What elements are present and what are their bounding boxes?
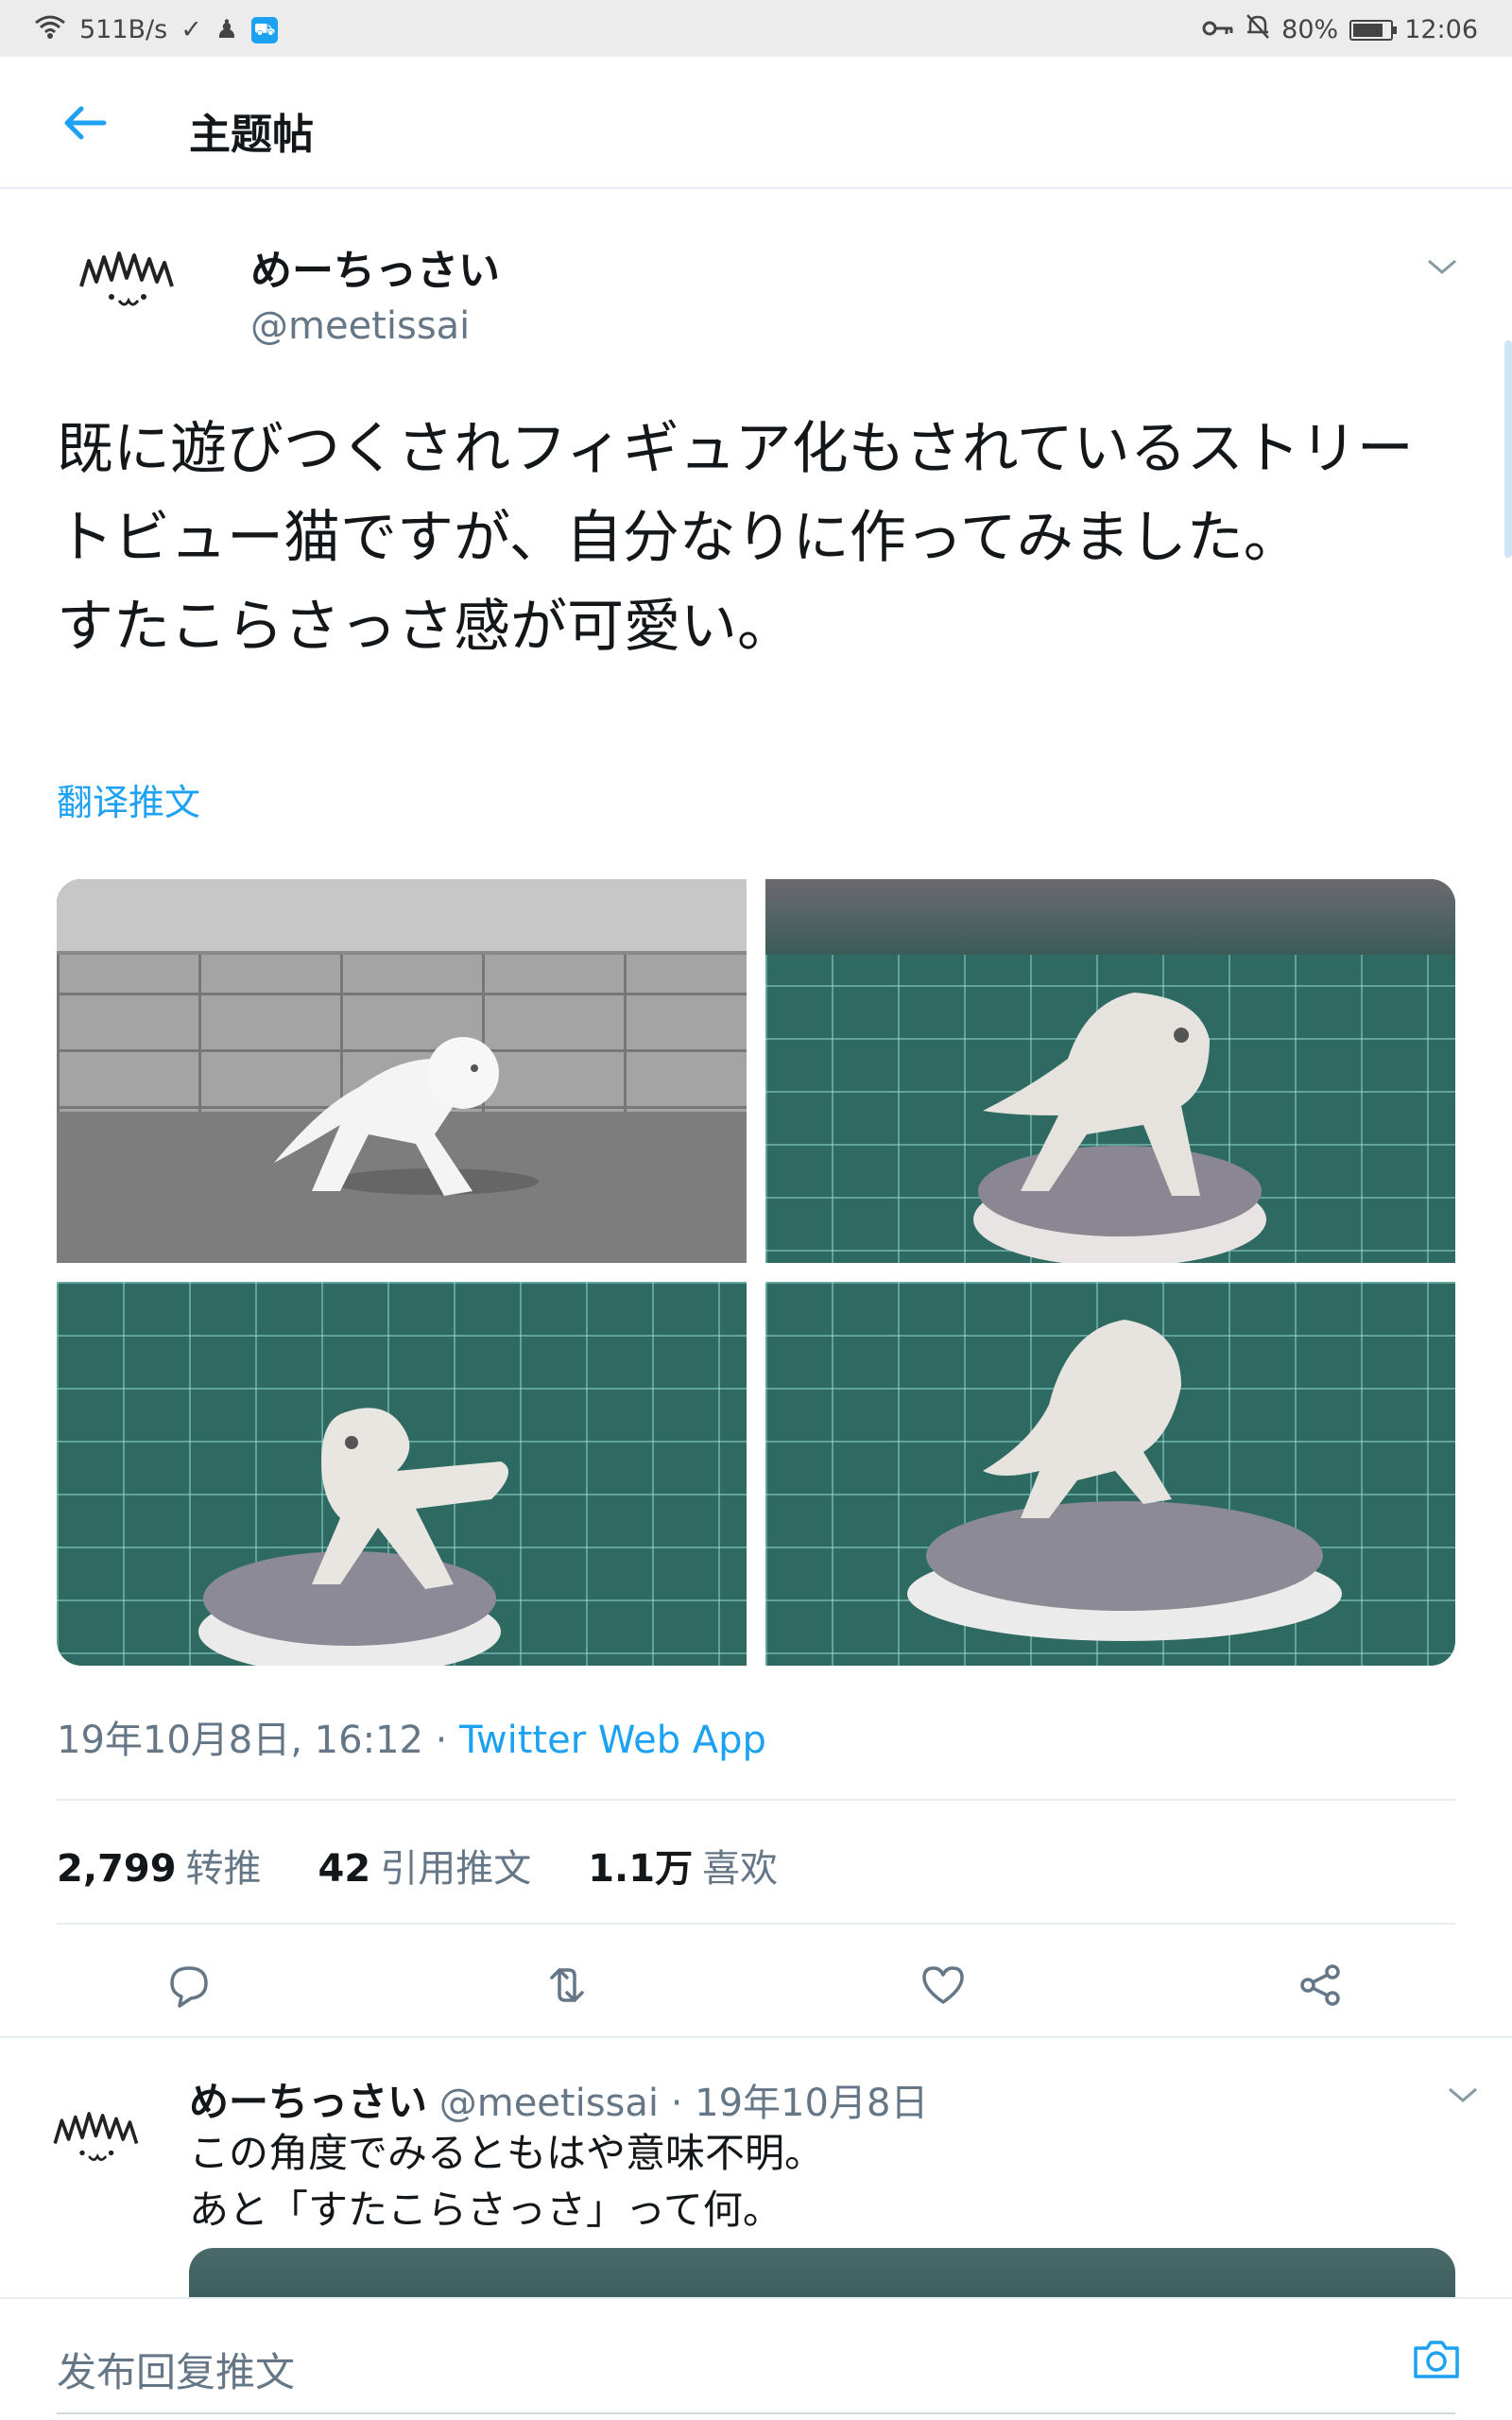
reply-input[interactable]: 发布回复推文 [57, 2341, 295, 2398]
compose-bar: 发布回复推文 [0, 2297, 1512, 2420]
tweet-actions [0, 1947, 1512, 2023]
page-title: 主题帖 [189, 111, 314, 159]
key-icon [1202, 16, 1234, 44]
tweet-text: 既に遊びつくされフィギュア化もされているストリートビュー猫ですが、自分なりに作っ… [57, 416, 1414, 660]
divider [57, 1799, 1455, 1801]
like-icon[interactable] [917, 1959, 970, 2012]
vpn-check-icon: ✓ [180, 14, 202, 44]
back-arrow-icon[interactable] [55, 93, 115, 153]
share-icon[interactable] [1295, 1959, 1348, 2012]
figure-illustration [973, 993, 1266, 1263]
timestamp-text: 19年10月8日, 16:12 · [57, 1719, 460, 1762]
figure-illustration [907, 1320, 1342, 1641]
translate-link[interactable]: 翻译推文 [57, 773, 200, 825]
chevron-down-icon[interactable] [1425, 255, 1459, 282]
reply-header: めーちっさい @meetissai · 19年10月8日 [189, 2070, 928, 2128]
retweet-icon[interactable] [541, 1959, 593, 2012]
avatar[interactable] [74, 234, 187, 329]
scrollbar[interactable] [1504, 340, 1512, 558]
retweets-stat[interactable]: 2,799 转推 [57, 1838, 262, 1893]
reply-text: この角度でみるともはや意味不明。 あと「すたこらさっさ」って何。 [189, 2130, 825, 2233]
tweet-stats: 2,799 转推 42 引用推文 1.1万 喜欢 [57, 1838, 778, 1893]
tweet-photo-2[interactable] [765, 879, 1455, 1263]
author-handle[interactable]: @meetissai [250, 304, 470, 348]
quotes-count: 42 [318, 1847, 371, 1891]
mute-bell-icon [1246, 13, 1270, 46]
source-app-link[interactable]: Twitter Web App [459, 1719, 766, 1762]
tweet-photo-4[interactable] [765, 1282, 1455, 1666]
tweet-photo-3[interactable] [57, 1282, 747, 1666]
cat-illustration [274, 1037, 539, 1196]
input-underline [57, 2412, 1455, 2414]
reply-icon[interactable] [163, 1959, 215, 2012]
reply-author-name[interactable]: めーちっさい [189, 2079, 427, 2125]
author-name[interactable]: めーちっさい [250, 236, 500, 297]
battery-icon [1349, 19, 1398, 41]
photo-grid [57, 879, 1455, 1666]
top-bar: 主题帖 [0, 57, 1512, 189]
likes-stat[interactable]: 1.1万 喜欢 [588, 1838, 778, 1893]
reply-avatar[interactable] [47, 2097, 151, 2182]
tweet-timestamp: 19年10月8日, 16:12 · Twitter Web App [57, 1709, 766, 1764]
battery-percent: 80% [1281, 15, 1339, 44]
likes-count: 1.1万 [588, 1847, 694, 1891]
clock: 12:06 [1404, 15, 1478, 44]
retweets-count: 2,799 [57, 1847, 177, 1891]
reply-chevron-down-icon[interactable] [1446, 2083, 1480, 2110]
quotes-label: 引用推文 [380, 1847, 532, 1891]
section-divider [0, 2036, 1512, 2038]
quotes-stat[interactable]: 42 引用推文 [318, 1838, 532, 1893]
reply-meta: @meetissai · 19年10月8日 [427, 2082, 929, 2125]
wifi-icon [34, 13, 66, 46]
retweets-label: 转推 [185, 1847, 262, 1891]
likes-label: 喜欢 [702, 1847, 779, 1891]
divider [57, 1923, 1455, 1925]
person-icon: ♟ [215, 14, 239, 44]
camera-icon[interactable] [1408, 2331, 1465, 2388]
app-notification-icon: ⛟ [251, 16, 279, 43]
figure-illustration [198, 1408, 508, 1666]
tweet-photo-1[interactable] [57, 879, 747, 1263]
status-bar: 511B/s ✓ ♟ ⛟ 80% 12:06 [0, 0, 1512, 57]
network-speed: 511B/s [79, 15, 168, 44]
